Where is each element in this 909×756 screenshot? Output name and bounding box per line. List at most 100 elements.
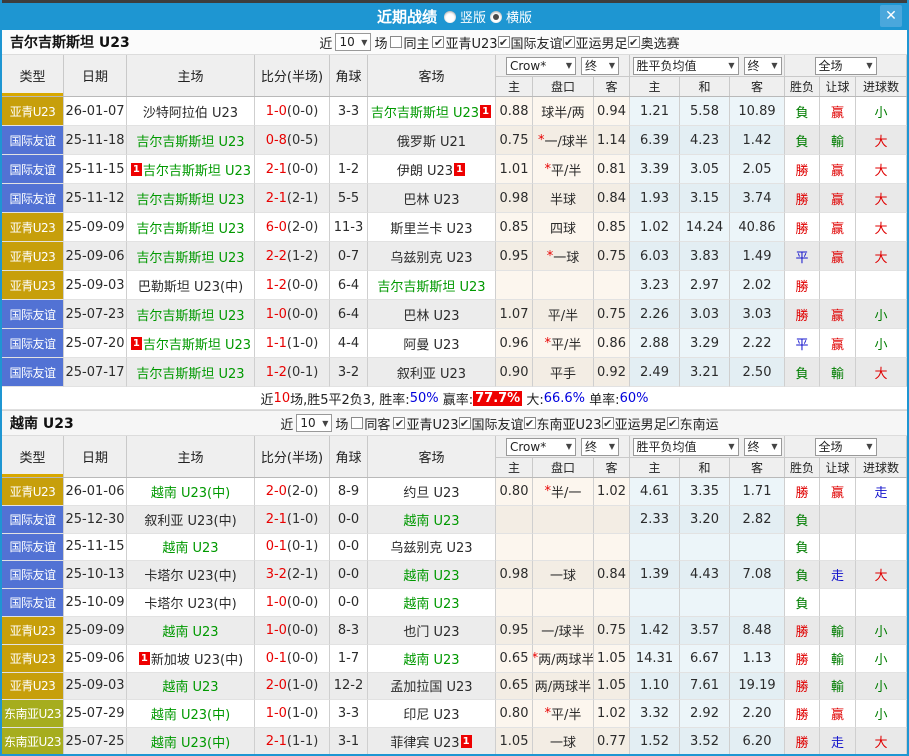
result-wdl: 負 <box>785 561 820 589</box>
match-count-select[interactable]: 10▼ <box>296 414 332 432</box>
crow-home-odds <box>496 534 533 562</box>
match-type-cell: 国际友谊 <box>2 358 64 387</box>
crow-away-odds <box>594 534 630 562</box>
result-wdl: 負 <box>785 534 820 562</box>
avg-away-odds: 2.50 <box>730 358 785 387</box>
competition-label: 亚青U23 <box>406 414 458 433</box>
chevron-down-icon: ▼ <box>866 61 872 70</box>
crow-away-odds: 0.84 <box>594 184 630 213</box>
handicap-text: 两/两球半 <box>535 676 591 695</box>
crow-handicap-cell: *两/两球半 <box>533 645 594 673</box>
handicap-text: 平/半 <box>548 305 578 324</box>
match-type-cell: 国际友谊 <box>2 506 64 534</box>
fullmatch-value: 全场 <box>819 438 843 455</box>
match-row: 亚青U2325-09-03越南 U232-0(1-0)12-2孟加拉国 U230… <box>2 673 907 701</box>
home-team-name: 吉尔吉斯斯坦 U23 <box>136 131 244 150</box>
away-team-name: 斯里兰卡 U23 <box>390 218 472 237</box>
competition-checkbox[interactable]: ✔东南运 <box>667 414 719 433</box>
match-row: 国际友谊25-11-18吉尔吉斯斯坦 U230-8(0-5)俄罗斯 U210.7… <box>2 126 907 155</box>
col-type[interactable]: 类型 <box>2 436 64 477</box>
col-score: 比分(半场) <box>255 436 330 477</box>
chevron-down-icon: ▼ <box>866 442 872 451</box>
crow-away-odds: 0.92 <box>594 358 630 387</box>
result-wdl: 負 <box>785 506 820 534</box>
avg-home-odds: 2.26 <box>630 300 680 329</box>
match-row: 东南亚U2325-07-29越南 U23(中)1-0(1-0)3-3印尼 U23… <box>2 700 907 728</box>
halftime-score: (0-1) <box>287 365 318 380</box>
competition-checkbox[interactable]: ✔亚运男足 <box>563 33 628 52</box>
avg-odds-select[interactable]: 胜平负均值▼ <box>633 438 739 456</box>
fullmatch-select[interactable]: 全场 ▼ <box>815 57 877 75</box>
result-goals: 小 <box>856 97 907 126</box>
radio-horizontal-label[interactable]: 横版 <box>506 7 532 26</box>
fulltime-score: 0-1 <box>266 539 287 554</box>
final-odds-select[interactable]: 终▼ <box>581 438 619 456</box>
final-odds-select-2[interactable]: 终▼ <box>744 57 782 75</box>
result-goals: 大 <box>856 242 907 271</box>
crow-handicap-cell <box>533 271 594 300</box>
match-row: 国际友谊25-07-23吉尔吉斯斯坦 U231-0(0-0)6-4巴林 U231… <box>2 300 907 329</box>
match-row: 亚青U2325-09-06吉尔吉斯斯坦 U232-2(1-2)0-7乌兹别克 U… <box>2 242 907 271</box>
final-odds-select[interactable]: 终▼ <box>581 57 619 75</box>
halftime-score: (2-1) <box>287 191 318 206</box>
section-header-kyrgyzstan: 吉尔吉斯斯坦 U23 近 10▼ 场 同主 ✔亚青U23✔国际友谊✔亚运男足✔奥… <box>2 30 907 54</box>
score-cell: 0-1(0-1) <box>255 534 330 562</box>
competition-checkbox[interactable]: ✔奥选赛 <box>628 33 680 52</box>
home-team-name: 叙利亚 U23(中) <box>144 510 236 529</box>
result-wdl: 負 <box>785 589 820 617</box>
competition-label: 亚运男足 <box>615 414 667 433</box>
crow-handicap-cell: 平/半 <box>533 300 594 329</box>
dialog-titlebar: 近期战绩 竖版 横版 ✕ <box>2 3 907 30</box>
home-team-name: 新加坡 U23(中) <box>151 649 243 668</box>
col-result-handicap: 让球 <box>820 458 856 477</box>
chevron-down-icon: ▼ <box>322 419 328 428</box>
final-odds-value-2: 终 <box>748 438 760 455</box>
same-venue-checkbox[interactable]: 同客 <box>351 414 390 433</box>
match-date-cell: 25-11-15 <box>64 155 127 184</box>
fulltime-score: 2-2 <box>266 249 287 264</box>
bookmaker-select[interactable]: Crow*▼ <box>506 57 576 75</box>
fullmatch-select[interactable]: 全场 ▼ <box>815 438 877 456</box>
competition-checkbox[interactable]: ✔国际友谊 <box>498 33 563 52</box>
final-odds-value: 终 <box>585 57 597 74</box>
avg-draw-odds: 3.15 <box>680 184 730 213</box>
away-team-cell: 菲律宾 U231 <box>368 728 496 756</box>
col-type[interactable]: 类型 <box>2 55 64 96</box>
competition-checkbox[interactable]: ✔亚青U23 <box>393 414 458 433</box>
summary-part: 10 <box>274 391 291 406</box>
halftime-score: (1-0) <box>287 512 318 527</box>
close-button[interactable]: ✕ <box>880 5 902 27</box>
col-score: 比分(半场) <box>255 55 330 96</box>
match-type-cell: 亚青U23 <box>2 645 64 673</box>
crow-home-odds: 0.88 <box>496 97 533 126</box>
summary-part: 单率: <box>585 389 620 408</box>
summary-part: 66.6% <box>544 391 585 406</box>
radio-vertical-label[interactable]: 竖版 <box>460 7 486 26</box>
match-count-select[interactable]: 10▼ <box>335 33 371 51</box>
competition-checkbox[interactable]: ✔东南亚U23 <box>524 414 602 433</box>
competition-checkbox[interactable]: ✔亚运男足 <box>602 414 667 433</box>
avg-odds-value: 胜平负均值 <box>637 438 697 455</box>
match-type-cell: 亚青U23 <box>2 271 64 300</box>
radio-vertical-layout[interactable] <box>444 11 456 23</box>
crow-handicap-cell: *一球 <box>533 242 594 271</box>
match-row: 国际友谊25-07-201吉尔吉斯斯坦 U231-1(1-0)4-4阿曼 U23… <box>2 329 907 358</box>
final-odds-select-2[interactable]: 终▼ <box>744 438 782 456</box>
bookmaker-select[interactable]: Crow*▼ <box>506 438 576 456</box>
competition-checkbox[interactable]: ✔亚青U23 <box>432 33 497 52</box>
fullmatch-value: 全场 <box>819 57 843 74</box>
radio-horizontal-layout[interactable] <box>490 11 502 23</box>
corner-cell: 6-4 <box>330 271 368 300</box>
corner-cell: 8-3 <box>330 617 368 645</box>
col-away: 客场 <box>368 55 496 96</box>
home-team-cell: 越南 U23 <box>127 617 255 645</box>
halftime-score: (0-0) <box>287 162 318 177</box>
home-team-cell: 吉尔吉斯斯坦 U23 <box>127 184 255 213</box>
same-venue-checkbox[interactable]: 同主 <box>390 33 429 52</box>
match-type-cell: 国际友谊 <box>2 155 64 184</box>
halftime-score: (0-0) <box>287 307 318 322</box>
avg-odds-select[interactable]: 胜平负均值▼ <box>633 57 739 75</box>
chevron-down-icon: ▼ <box>771 61 777 70</box>
competition-checkbox[interactable]: ✔国际友谊 <box>459 414 524 433</box>
crow-away-odds: 0.75 <box>594 242 630 271</box>
